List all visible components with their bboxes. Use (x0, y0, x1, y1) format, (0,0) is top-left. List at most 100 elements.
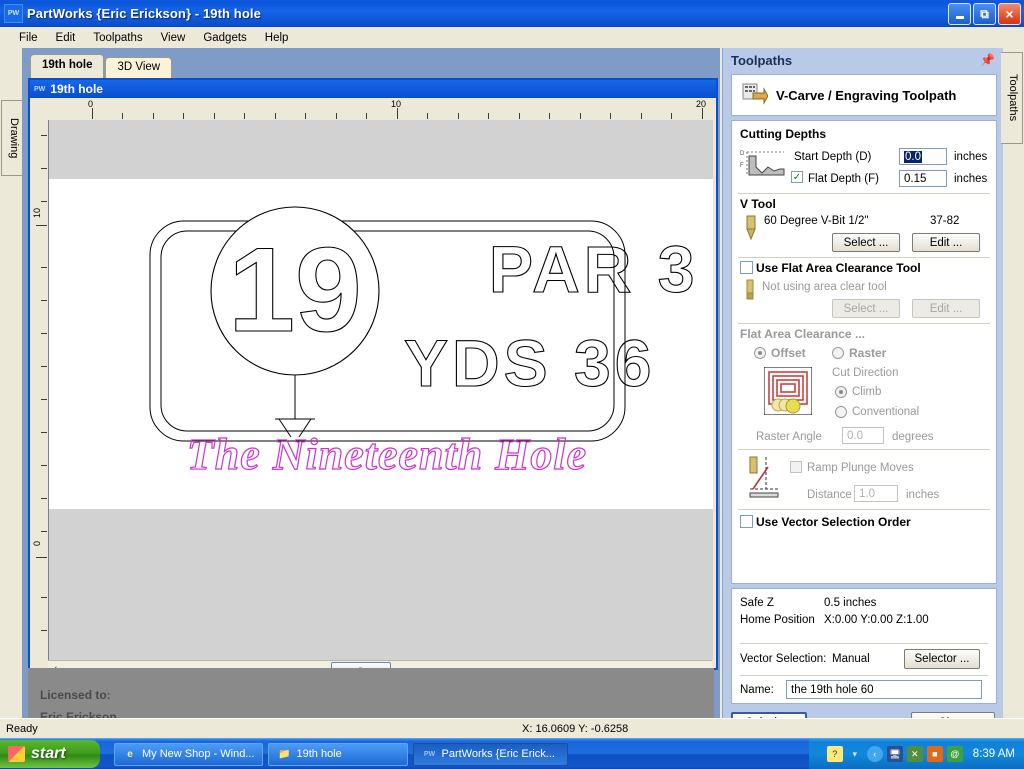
divider-3 (738, 323, 990, 324)
divider-7 (740, 675, 988, 676)
sign-artwork[interactable]: 19 PAR 3 YDS 36 The Nineteenth Hole (49, 179, 713, 509)
vertical-ruler: 10 0 (30, 120, 49, 660)
spiral-icon[interactable]: @ (946, 746, 963, 762)
toolpath-settings-card: Cutting Depths D F Start Depth (D) 0.0 i… (731, 120, 997, 584)
start-depth-label: Start Depth (D) (794, 151, 872, 163)
material-sheet: 19 PAR 3 YDS 36 The Nineteenth Hole (49, 179, 713, 509)
security-shield-icon[interactable]: ✕ (906, 746, 923, 762)
sidebar-tab-toolpaths[interactable]: Toolpaths (1001, 52, 1023, 144)
menu-help[interactable]: Help (256, 30, 298, 46)
toolpaths-panel-header: Toolpaths 📌 (723, 48, 1003, 72)
taskbar-button-partworks-label: PartWorks {Eric Erick... (441, 748, 555, 760)
offset-pattern-preview-icon (763, 366, 813, 418)
vector-selection-label: Vector Selection: (740, 653, 827, 665)
raster-radio (832, 347, 844, 359)
taskbar-button-partworks[interactable]: PW PartWorks {Eric Erick... (413, 742, 569, 766)
start-depth-input[interactable]: 0.0 (899, 148, 947, 165)
menu-gadgets[interactable]: Gadgets (194, 30, 255, 46)
document-icon: PW (34, 85, 46, 93)
toolpath-type-card: V-Carve / Engraving Toolpath (731, 74, 997, 116)
menu-edit[interactable]: Edit (47, 30, 85, 46)
update-icon[interactable]: ■ (926, 746, 943, 762)
end-mill-icon (744, 279, 756, 304)
flat-depth-label: Flat Depth (F) (808, 173, 879, 185)
raster-label: Raster (849, 346, 887, 360)
left-dock: Drawing (0, 48, 23, 720)
toolpath-info-card: Safe Z 0.5 inches Home Position X:0.00 Y… (731, 588, 997, 704)
use-vector-selection-order-label: Use Vector Selection Order (756, 515, 911, 529)
show-hidden-icons-icon[interactable]: ▾ (847, 746, 863, 762)
artwork-script-text: The Nineteenth Hole (187, 430, 587, 479)
network-icon[interactable]: 🖥 (886, 746, 903, 762)
drawing-canvas[interactable]: 19 PAR 3 YDS 36 The Nineteenth Hole (48, 120, 713, 660)
vruler-label-0: 0 (32, 541, 42, 547)
start-button[interactable]: start (0, 740, 100, 768)
use-flat-area-clearance-checkbox[interactable] (740, 261, 753, 274)
sidebar-tab-drawing[interactable]: Drawing (1, 100, 23, 176)
taskbar-button-browser[interactable]: e My New Shop - Wind... (114, 742, 264, 766)
home-position-value: X:0.00 Y:0.00 Z:1.00 (824, 614, 929, 626)
restore-button[interactable]: ⧉ (973, 3, 996, 25)
document-titlebar: PW 19th hole (30, 80, 716, 98)
taskbar: start e My New Shop - Wind... 📁 19th hol… (0, 738, 1024, 769)
flat-area-clearance-title: Flat Area Clearance ... (740, 327, 865, 341)
climb-label: Climb (852, 386, 882, 398)
golf-tee (275, 375, 315, 438)
v-carve-icon (742, 83, 769, 107)
close-button[interactable]: × (998, 3, 1021, 25)
artwork-line1: PAR 3 (489, 232, 699, 306)
use-vector-selection-order-checkbox[interactable] (740, 515, 753, 528)
safe-z-value: 0.5 inches (824, 597, 877, 609)
v-tool-select-button[interactable]: Select ... (832, 233, 900, 252)
ramp-plunge-icon (744, 455, 784, 504)
horizontal-ruler: 0 10 20 (48, 98, 712, 121)
system-tray: ? ▾ ‹ 🖥 ✕ ■ @ 8:39 AM (809, 739, 1024, 769)
menu-file[interactable]: File (10, 30, 47, 46)
vector-selection-value: Manual (832, 653, 870, 665)
menu-toolpaths[interactable]: Toolpaths (84, 30, 151, 46)
flat-depth-checkbox[interactable]: ✓ (791, 171, 803, 183)
start-depth-units: inches (954, 151, 988, 163)
help-icon[interactable]: ? (826, 746, 843, 762)
vruler-label-10: 10 (32, 208, 42, 219)
area-clear-status: Not using area clear tool (762, 281, 887, 293)
ramp-distance-label: Distance (807, 489, 852, 501)
internet-explorer-icon: e (127, 748, 133, 760)
menubar: File Edit Toolpaths View Gadgets Help (0, 27, 1024, 48)
taskbar-button-folder[interactable]: 📁 19th hole (268, 742, 409, 766)
home-position-label: Home Position (740, 614, 815, 626)
conventional-label: Conventional (852, 406, 920, 418)
windows-logo-icon (8, 746, 25, 762)
divider-6 (740, 643, 988, 644)
divider-4 (738, 449, 990, 450)
menu-view[interactable]: View (152, 30, 195, 46)
taskbar-button-browser-label: My New Shop - Wind... (142, 748, 255, 760)
depth-profile-icon: D F (740, 147, 788, 180)
app-icon: PW (4, 4, 23, 23)
hruler-label-10: 10 (391, 99, 402, 109)
v-tool-name: 60 Degree V-Bit 1/2" (764, 215, 869, 227)
v-tool-title: V Tool (740, 197, 776, 211)
auto-hide-pin-icon[interactable]: 📌 (980, 53, 995, 67)
folder-icon: 📁 (278, 748, 291, 760)
climb-radio (835, 386, 847, 398)
window-title: PartWorks {Eric Erickson} - 19th hole (27, 6, 261, 21)
svg-text:F: F (740, 163, 744, 169)
license-line1: Licensed to: (40, 688, 111, 702)
toolpath-name-input[interactable]: the 19th hole 60 (786, 680, 982, 699)
minimize-button[interactable] (948, 3, 971, 25)
offset-radio (754, 347, 766, 359)
window-controls: ⧉ × (948, 3, 1021, 25)
artwork-number-19: 19 (228, 223, 361, 357)
chevron-left-icon[interactable]: ‹ (866, 746, 883, 762)
status-coordinates: X: 16.0609 Y: -0.6258 (522, 723, 629, 735)
ruler-corner (30, 98, 48, 120)
offset-label: Offset (771, 346, 806, 360)
ramp-distance-input: 1.0 (854, 485, 898, 502)
v-tool-edit-button[interactable]: Edit ... (912, 233, 980, 252)
flat-depth-input[interactable]: 0.15 (899, 170, 947, 187)
taskbar-clock[interactable]: 8:39 AM (973, 748, 1015, 760)
toolpaths-panel: Toolpaths 📌 V-Carve / Engraving Toolpath… (722, 48, 1003, 734)
selector-button[interactable]: Selector ... (904, 649, 980, 669)
cutting-depths-title: Cutting Depths (740, 127, 826, 141)
